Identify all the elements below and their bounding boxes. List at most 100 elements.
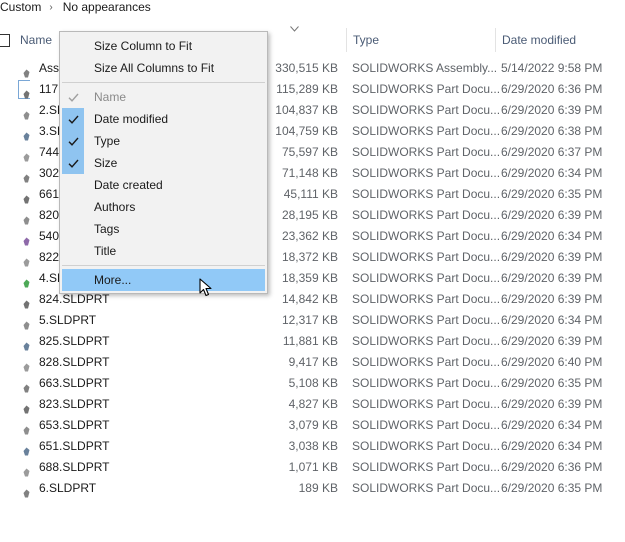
file-size: 9,417 KB <box>288 355 338 369</box>
file-name: 663.SLDPRT <box>39 376 110 390</box>
menu-item-size[interactable]: Size <box>60 152 267 174</box>
menu-item-size-column-to-fit[interactable]: Size Column to Fit <box>60 35 267 57</box>
file-date-modified: 6/29/2020 6:39 PM <box>501 103 603 117</box>
part-file-icon <box>23 400 30 414</box>
column-header-date-modified[interactable]: Date modified <box>495 28 625 52</box>
file-type: SOLIDWORKS Part Docu... <box>352 376 501 390</box>
file-date-modified: 6/29/2020 6:36 PM <box>501 82 603 96</box>
menu-item-label: Date created <box>94 178 163 192</box>
part-file-icon <box>23 316 30 330</box>
file-type: SOLIDWORKS Part Docu... <box>352 355 501 369</box>
part-file-icon <box>23 274 30 288</box>
part-file-icon <box>23 295 30 309</box>
file-date-modified: 6/29/2020 6:39 PM <box>501 334 603 348</box>
sort-descending-icon <box>290 25 299 34</box>
file-date-modified: 6/29/2020 6:39 PM <box>501 250 603 264</box>
file-type: SOLIDWORKS Part Docu... <box>352 334 501 348</box>
table-row[interactable]: 688.SLDPRT 1,071 KB SOLIDWORKS Part Docu..… <box>0 457 625 478</box>
checkmark-icon <box>62 152 84 174</box>
breadcrumb-item-custom[interactable]: Custom <box>0 0 41 14</box>
column-header-size[interactable]: e <box>255 28 345 52</box>
file-size: 1,071 KB <box>288 460 338 474</box>
table-row[interactable]: 663.SLDPRT 5,108 KB SOLIDWORKS Part Docu..… <box>0 373 625 394</box>
part-file-icon <box>23 85 30 99</box>
file-size: 3,038 KB <box>288 439 338 453</box>
table-row[interactable]: 653.SLDPRT 3,079 KB SOLIDWORKS Part Docu..… <box>0 415 625 436</box>
file-date-modified: 6/29/2020 6:35 PM <box>501 376 603 390</box>
part-file-icon <box>23 169 30 183</box>
part-file-icon <box>23 442 30 456</box>
file-name: 6.SLDPRT <box>39 481 97 495</box>
part-file-icon <box>23 232 30 246</box>
menu-item-label: Name <box>94 90 127 104</box>
file-type: SOLIDWORKS Part Docu... <box>352 187 501 201</box>
file-size: 5,108 KB <box>288 376 338 390</box>
part-file-icon <box>23 484 30 498</box>
table-row[interactable]: 825.SLDPRT 11,881 KB SOLIDWORKS Part Docu.… <box>0 331 625 352</box>
part-file-icon <box>23 358 30 372</box>
file-date-modified: 6/29/2020 6:39 PM <box>501 292 603 306</box>
part-file-icon <box>23 379 30 393</box>
menu-item-date-modified[interactable]: Date modified <box>60 108 267 130</box>
file-date-modified: 6/29/2020 6:38 PM <box>501 124 603 138</box>
part-file-icon <box>23 421 30 435</box>
column-context-menu: Size Column to Fit Size All Columns to F… <box>59 31 268 294</box>
menu-item-type[interactable]: Type <box>60 130 267 152</box>
file-size: 4,827 KB <box>288 397 338 411</box>
file-date-modified: 6/29/2020 6:35 PM <box>501 187 603 201</box>
menu-item-date-created[interactable]: Date created <box>60 174 267 196</box>
checkmark-icon <box>62 108 84 130</box>
part-file-icon <box>23 106 30 120</box>
table-row[interactable]: 828.SLDPRT 9,417 KB SOLIDWORKS Part Docu..… <box>0 352 625 373</box>
select-all-checkbox[interactable] <box>0 34 10 47</box>
file-type: SOLIDWORKS Part Docu... <box>352 229 501 243</box>
file-name: 688.SLDPRT <box>39 460 110 474</box>
menu-item-label: Authors <box>94 200 136 214</box>
column-header-name[interactable]: Name <box>14 28 52 52</box>
file-size: 11,881 KB <box>282 334 338 348</box>
file-date-modified: 5/14/2022 9:58 PM <box>501 61 603 75</box>
part-file-icon <box>23 148 30 162</box>
table-row[interactable]: 6.SLDPRT 189 KB SOLIDWORKS Part Docu... 6/2… <box>0 478 625 499</box>
menu-separator <box>62 82 265 83</box>
file-type: SOLIDWORKS Part Docu... <box>352 418 501 432</box>
table-row[interactable]: 5.SLDPRT 12,317 KB SOLIDWORKS Part Docu...… <box>0 310 625 331</box>
file-type: SOLIDWORKS Part Docu... <box>352 124 501 138</box>
file-type: SOLIDWORKS Part Docu... <box>352 82 501 96</box>
file-size: 3,079 KB <box>288 418 338 432</box>
part-file-icon <box>23 253 30 267</box>
menu-item-authors[interactable]: Authors <box>60 196 267 218</box>
file-name: 825.SLDPRT <box>39 334 110 348</box>
column-header-type[interactable]: Type <box>346 28 494 52</box>
file-name: 828.SLDPRT <box>39 355 110 369</box>
file-type: SOLIDWORKS Part Docu... <box>352 145 501 159</box>
menu-item-size-all-columns-to-fit[interactable]: Size All Columns to Fit <box>60 57 267 79</box>
table-row[interactable]: 823.SLDPRT 4,827 KB SOLIDWORKS Part Docu..… <box>0 394 625 415</box>
file-type: SOLIDWORKS Part Docu... <box>352 208 501 222</box>
menu-item-label: Size <box>94 156 118 170</box>
file-date-modified: 6/29/2020 6:39 PM <box>501 397 603 411</box>
breadcrumb-item-no-appearances[interactable]: No appearances <box>63 0 151 14</box>
assembly-file-icon <box>23 64 30 78</box>
menu-item-more[interactable]: More... <box>62 269 265 291</box>
file-type: SOLIDWORKS Assembly... <box>352 61 498 75</box>
file-date-modified: 6/29/2020 6:36 PM <box>501 460 603 474</box>
menu-item-tags[interactable]: Tags <box>60 218 267 240</box>
mouse-pointer-icon <box>199 278 215 298</box>
menu-item-name: Name <box>60 86 267 108</box>
file-date-modified: 6/29/2020 6:34 PM <box>501 418 603 432</box>
file-type: SOLIDWORKS Part Docu... <box>352 166 501 180</box>
table-row[interactable]: 651.SLDPRT 3,038 KB SOLIDWORKS Part Docu..… <box>0 436 625 457</box>
file-date-modified: 6/29/2020 6:37 PM <box>501 145 603 159</box>
file-name: 653.SLDPRT <box>39 418 110 432</box>
part-file-icon <box>23 463 30 477</box>
file-name: 5.SLDPRT <box>39 313 97 327</box>
file-date-modified: 6/29/2020 6:34 PM <box>501 166 603 180</box>
file-type: SOLIDWORKS Part Docu... <box>352 292 501 306</box>
checkmark-icon <box>62 86 84 108</box>
file-name: 651.SLDPRT <box>39 439 110 453</box>
file-type: SOLIDWORKS Part Docu... <box>352 271 501 285</box>
menu-item-title[interactable]: Title <box>60 240 267 262</box>
file-type: SOLIDWORKS Part Docu... <box>352 439 501 453</box>
file-date-modified: 6/29/2020 6:34 PM <box>501 229 603 243</box>
